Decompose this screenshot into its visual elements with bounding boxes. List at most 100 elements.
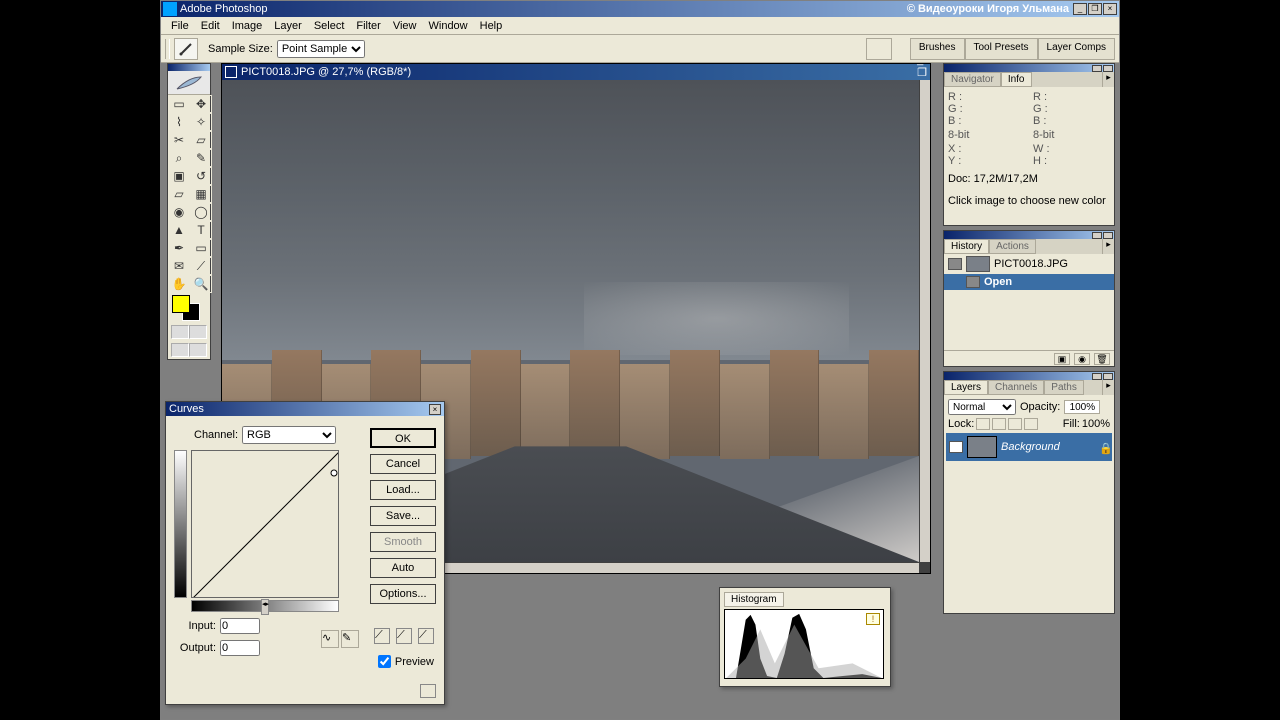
lock-pixels[interactable]	[992, 418, 1006, 430]
menu-filter[interactable]: Filter	[350, 20, 386, 32]
minimize-button[interactable]: _	[1073, 3, 1087, 15]
auto-button[interactable]: Auto	[370, 558, 436, 578]
sample-size-select[interactable]: Point Sample	[277, 40, 365, 58]
tab-navigator[interactable]: Navigator	[944, 72, 1001, 87]
healing-brush-tool[interactable]: ⌕	[168, 149, 190, 167]
channel-select[interactable]: RGB	[242, 426, 336, 444]
cancel-button[interactable]: Cancel	[370, 454, 436, 474]
menu-help[interactable]: Help	[474, 20, 509, 32]
lock-position[interactable]	[1008, 418, 1022, 430]
blur-tool[interactable]: ◉	[168, 203, 190, 221]
output-value[interactable]	[220, 640, 260, 656]
foreground-color[interactable]	[172, 295, 190, 313]
standard-mode[interactable]	[171, 325, 189, 339]
gray-point-picker[interactable]: ⟋	[396, 628, 412, 644]
close-button[interactable]: ×	[1103, 3, 1117, 15]
tab-tool-presets[interactable]: Tool Presets	[965, 38, 1038, 60]
palette-well-button[interactable]	[866, 38, 892, 60]
shape-tool[interactable]: ▭	[190, 239, 212, 257]
tab-info[interactable]: Info	[1001, 72, 1032, 87]
lasso-tool[interactable]: ⌇	[168, 113, 190, 131]
layers-menu-icon[interactable]: ▸	[1102, 380, 1114, 395]
hand-tool[interactable]: ✋	[168, 275, 190, 293]
layer-background[interactable]: Background 🔒	[946, 433, 1112, 461]
brush-tool[interactable]: ✎	[190, 149, 212, 167]
new-snapshot[interactable]: ◉	[1074, 353, 1090, 365]
blend-mode-select[interactable]: Normal	[948, 399, 1016, 415]
opacity-value[interactable]: 100%	[1064, 400, 1100, 414]
restore-button[interactable]: ❐	[1088, 3, 1102, 15]
gradient-tool[interactable]: ▦	[190, 185, 212, 203]
zoom-tool[interactable]: 🔍	[190, 275, 212, 293]
lock-transparency[interactable]	[976, 418, 990, 430]
menu-image[interactable]: Image	[226, 20, 269, 32]
marquee-tool[interactable]: ▭	[168, 95, 190, 113]
dodge-tool[interactable]: ◯	[190, 203, 212, 221]
tab-paths[interactable]: Paths	[1044, 380, 1084, 395]
menu-layer[interactable]: Layer	[268, 20, 308, 32]
horizontal-gradient[interactable]: ◂▸	[191, 600, 339, 612]
menu-file[interactable]: File	[165, 20, 195, 32]
history-state-open[interactable]: Open	[944, 274, 1114, 290]
hist-panel-min[interactable]	[1092, 232, 1102, 239]
save-button[interactable]: Save...	[370, 506, 436, 526]
info-min[interactable]	[1092, 65, 1102, 72]
ok-button[interactable]: OK	[370, 428, 436, 448]
history-snapshot[interactable]: PICT0018.JPG	[944, 254, 1114, 274]
curves-close-button[interactable]: ×	[429, 404, 441, 415]
layer-visibility-icon[interactable]	[949, 441, 963, 453]
type-tool[interactable]: T	[190, 221, 212, 239]
crop-tool[interactable]: ✂	[168, 131, 190, 149]
black-point-picker[interactable]: ⟋	[374, 628, 390, 644]
move-tool[interactable]: ✥	[190, 95, 212, 113]
pen-tool[interactable]: ✒	[168, 239, 190, 257]
screen-mode-1[interactable]	[171, 343, 189, 357]
preview-checkbox[interactable]	[378, 655, 391, 668]
cache-warning-icon[interactable]: !	[866, 613, 880, 625]
delete-state[interactable]: 🗑	[1094, 353, 1110, 365]
white-point-picker[interactable]: ⟋	[418, 628, 434, 644]
gradient-toggle[interactable]: ◂▸	[261, 599, 269, 615]
eyedropper-tool[interactable]: ⟋	[190, 257, 212, 275]
tab-layers[interactable]: Layers	[944, 380, 988, 395]
path-select-tool[interactable]: ▲	[168, 221, 190, 239]
doc-minimize-button[interactable]: _	[917, 54, 927, 66]
menu-view[interactable]: View	[387, 20, 423, 32]
history-menu-icon[interactable]: ▸	[1102, 239, 1114, 254]
layers-close[interactable]	[1103, 373, 1113, 380]
history-brush-tool[interactable]: ↺	[190, 167, 212, 185]
tab-channels[interactable]: Channels	[988, 380, 1044, 395]
fill-value[interactable]: 100%	[1082, 418, 1110, 430]
tab-layer-comps[interactable]: Layer Comps	[1038, 38, 1115, 60]
lock-all[interactable]	[1024, 418, 1038, 430]
magic-wand-tool[interactable]: ✧	[190, 113, 212, 131]
menu-select[interactable]: Select	[308, 20, 351, 32]
info-menu-icon[interactable]: ▸	[1102, 72, 1114, 87]
vertical-scrollbar[interactable]	[919, 80, 930, 562]
smooth-button[interactable]: Smooth	[370, 532, 436, 552]
doc-restore-button[interactable]: ❐	[917, 66, 927, 79]
dialog-resize[interactable]	[420, 684, 436, 698]
options-grip[interactable]	[165, 39, 170, 59]
menu-edit[interactable]: Edit	[195, 20, 226, 32]
histogram-tab[interactable]: Histogram	[724, 592, 784, 607]
toolbox-header[interactable]	[168, 64, 210, 71]
curves-titlebar[interactable]: Curves ×	[166, 402, 444, 416]
options-button[interactable]: Options...	[370, 584, 436, 604]
input-value[interactable]	[220, 618, 260, 634]
notes-tool[interactable]: ✉	[168, 257, 190, 275]
tab-history[interactable]: History	[944, 239, 989, 254]
screen-mode-2[interactable]	[189, 343, 207, 357]
curve-draw-tool[interactable]: ✎	[341, 630, 359, 648]
eraser-tool[interactable]: ▱	[168, 185, 190, 203]
hist-panel-close[interactable]	[1103, 232, 1113, 239]
curves-graph[interactable]	[191, 450, 339, 598]
info-close[interactable]	[1103, 65, 1113, 72]
menu-window[interactable]: Window	[423, 20, 474, 32]
new-doc-from-state[interactable]: ▣	[1054, 353, 1070, 365]
load-button[interactable]: Load...	[370, 480, 436, 500]
layers-min[interactable]	[1092, 373, 1102, 380]
current-tool-icon[interactable]	[174, 38, 198, 60]
slice-tool[interactable]: ▱	[190, 131, 212, 149]
quickmask-mode[interactable]	[189, 325, 207, 339]
